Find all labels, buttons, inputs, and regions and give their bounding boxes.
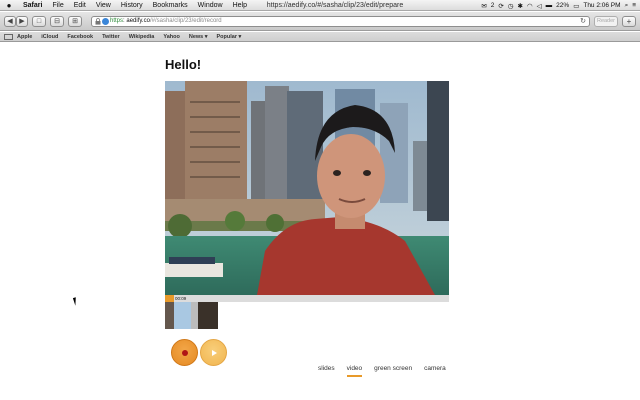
list-icon[interactable]: ≡ <box>632 2 636 9</box>
bookmark-twitter[interactable]: Twitter <box>102 34 120 40</box>
playback-progress-fill <box>165 295 174 302</box>
bookmark-wikipedia[interactable]: Wikipedia <box>129 34 155 40</box>
play-icon <box>212 350 217 356</box>
timecode: 00:09 <box>175 296 187 301</box>
sidebar-icon[interactable]: ⊟ <box>50 16 64 27</box>
apple-menu-icon[interactable]: ● <box>0 1 18 10</box>
menu-file[interactable]: File <box>47 2 68 9</box>
tab-slides[interactable]: slides <box>312 364 341 378</box>
browser-toolbar: ◀ ▶ □ ⊟ ⊞ https: aedify.co/#/sasha/clip/… <box>0 12 640 31</box>
reading-list-icon[interactable] <box>4 33 13 40</box>
sync-icon[interactable]: ⟳ <box>498 2 503 10</box>
status-tray: ✉ 2 ⟳ ◷ ✱ ◠ ◁ ▬ 22% ▭ Thu 2:06 PM ⌕ ≡ <box>481 0 636 11</box>
bookmark-apple[interactable]: Apple <box>17 34 32 40</box>
record-icon <box>182 350 188 356</box>
bookmark-news[interactable]: News ▾ <box>189 34 208 40</box>
bookmark-popular[interactable]: Popular ▾ <box>217 34 242 40</box>
mouse-cursor-icon <box>72 296 82 306</box>
source-tabs: slides video green screen camera <box>312 364 452 378</box>
share-icon[interactable]: □ <box>32 16 46 27</box>
address-bar[interactable]: https: aedify.co/#/sasha/clip/23/edit/re… <box>91 16 590 27</box>
clip-thumbnail[interactable] <box>165 302 174 329</box>
wifi-icon[interactable]: ◠ <box>527 2 533 10</box>
mail-icon[interactable]: ✉ <box>481 2 486 10</box>
clip-thumbnail[interactable] <box>174 302 191 329</box>
address-scheme: https <box>110 18 124 24</box>
flag-icon[interactable]: ▬ <box>546 2 553 9</box>
forward-button[interactable]: ▶ <box>16 16 28 27</box>
tab-camera[interactable]: camera <box>418 364 452 378</box>
menu-history[interactable]: History <box>116 2 148 9</box>
site-favicon-icon <box>102 18 109 25</box>
battery-icon[interactable]: ▭ <box>573 2 579 10</box>
tab-green-screen[interactable]: green screen <box>368 364 418 378</box>
tab-video[interactable]: video <box>341 364 369 378</box>
clip-thumbnails <box>165 302 218 329</box>
search-icon[interactable]: ⌕ <box>625 2 629 10</box>
notification-count[interactable]: 2 <box>491 2 495 9</box>
window-title: https://aedify.co/#/sasha/clip/23/edit/p… <box>266 1 404 9</box>
reader-button[interactable]: Reader <box>594 16 618 27</box>
address-path: /#/sasha/clip/23/edit/record <box>149 18 222 24</box>
menu-view[interactable]: View <box>91 2 116 9</box>
lock-icon <box>95 18 101 25</box>
top-sites-icon[interactable]: ⊞ <box>68 16 82 27</box>
record-button[interactable] <box>171 339 198 366</box>
bookmark-facebook[interactable]: Facebook <box>67 34 93 40</box>
address-host: aedify.co <box>126 18 150 24</box>
back-button[interactable]: ◀ <box>4 16 16 27</box>
page-title: Hello! <box>165 57 202 72</box>
play-button[interactable] <box>200 339 227 366</box>
bookmark-icloud[interactable]: iCloud <box>41 34 58 40</box>
bluetooth-icon[interactable]: ✱ <box>518 2 523 10</box>
menu-window[interactable]: Window <box>193 2 228 9</box>
clock-icon[interactable]: ◷ <box>508 2 514 10</box>
clip-thumbnail[interactable] <box>191 302 198 329</box>
battery-percent[interactable]: 22% <box>556 2 569 9</box>
menu-edit[interactable]: Edit <box>69 2 91 9</box>
video-frame-image <box>165 81 449 295</box>
bookmarks-bar: Apple iCloud Facebook Twitter Wikipedia … <box>0 32 640 42</box>
menu-safari[interactable]: Safari <box>18 2 47 9</box>
clock[interactable]: Thu 2:06 PM <box>583 2 620 9</box>
volume-icon[interactable]: ◁ <box>537 2 542 10</box>
playback-progress-bar[interactable]: 00:09 <box>165 295 449 302</box>
menu-bar: ● Safari File Edit View History Bookmark… <box>0 0 640 11</box>
video-preview[interactable] <box>165 81 449 295</box>
new-tab-button[interactable]: + <box>622 16 636 27</box>
menu-bookmarks[interactable]: Bookmarks <box>148 2 193 9</box>
clip-thumbnail[interactable] <box>198 302 218 329</box>
bookmark-yahoo[interactable]: Yahoo <box>163 34 180 40</box>
reload-button[interactable]: ↻ <box>580 17 586 26</box>
